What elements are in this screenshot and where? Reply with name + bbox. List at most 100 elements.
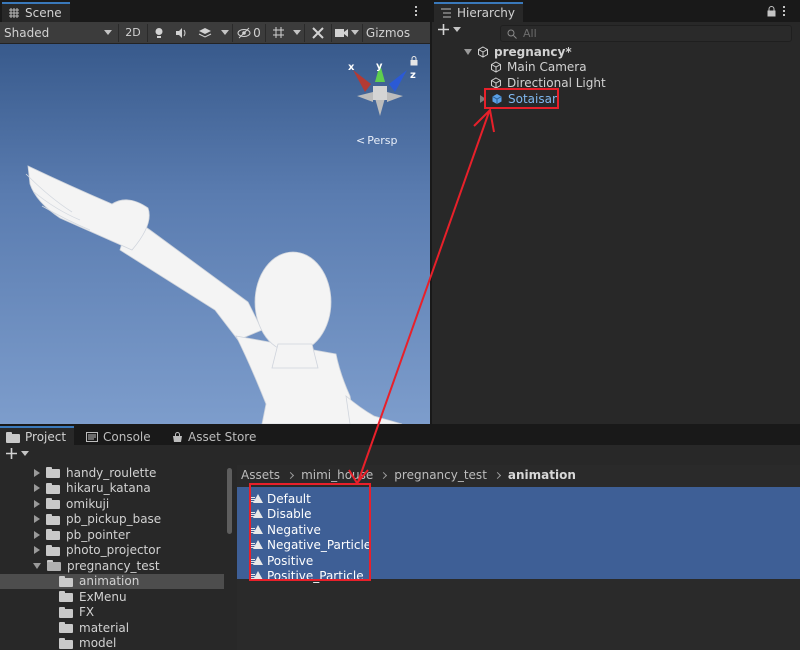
folder-icon [59, 575, 73, 587]
project-create-button[interactable] [6, 448, 29, 459]
tab-hierarchy-label: Hierarchy [457, 6, 516, 20]
chevron-down-icon [453, 27, 461, 32]
folder-label: animation [79, 574, 140, 588]
projection-label: Persp [367, 134, 398, 147]
unity-scene-icon [478, 46, 488, 58]
effects-toggle[interactable] [192, 23, 218, 43]
scene-menu-icon[interactable] [414, 5, 418, 17]
effects-icon [198, 27, 212, 38]
tab-scene-label: Scene [25, 6, 62, 20]
folder-row[interactable]: FX [0, 605, 224, 620]
folder-row[interactable]: material [0, 620, 224, 635]
folder-scrollbar-thumb[interactable] [227, 468, 232, 534]
axis-z-label: z [410, 70, 416, 81]
tab-asset-store[interactable]: Asset Store [166, 426, 264, 446]
project-toolbar [0, 445, 800, 465]
scene-visibility-toggle[interactable]: 0 [233, 23, 265, 43]
folder-row[interactable]: hikaru_katana [0, 481, 224, 496]
expand-arrow-icon [34, 468, 40, 477]
tab-asset-store-label: Asset Store [188, 430, 257, 444]
hierarchy-menu-icon[interactable] [782, 5, 786, 17]
shading-mode-dropdown[interactable]: Shaded [0, 23, 118, 43]
hierarchy-search-input[interactable]: All [500, 25, 792, 42]
gameobject-icon [491, 61, 501, 73]
hierarchy-item-label: Main Camera [507, 60, 587, 74]
lock-icon[interactable] [767, 6, 776, 17]
folder-row[interactable]: photo_projector [0, 543, 224, 558]
audio-toggle[interactable] [170, 23, 192, 43]
lock-icon[interactable] [410, 56, 418, 66]
chevron-right-icon [493, 471, 501, 479]
breadcrumb-item[interactable]: mimi_house [301, 468, 373, 482]
folder-label: model [79, 636, 117, 650]
chevron-down-icon [104, 30, 112, 35]
search-placeholder: All [523, 27, 537, 40]
audio-icon [176, 27, 186, 38]
folder-row-selected[interactable]: animation [0, 573, 224, 589]
folder-icon [46, 544, 60, 556]
tab-scene[interactable]: Scene [2, 2, 70, 22]
list-icon [441, 8, 451, 18]
folder-icon [46, 467, 60, 478]
expand-arrow-icon [34, 484, 40, 492]
project-panel: Project Console Asset Store handy_roulet… [0, 424, 800, 650]
folder-label: ExMenu [79, 589, 127, 604]
folder-label: FX [79, 605, 95, 619]
folder-row[interactable]: handy_roulette [0, 465, 224, 480]
folder-label: material [79, 620, 130, 635]
breadcrumb-item[interactable]: pregnancy_test [394, 468, 487, 482]
project-tabbar: Project Console Asset Store [0, 424, 800, 446]
hierarchy-tabbar: Hierarchy [432, 0, 800, 22]
tab-console-label: Console [103, 430, 151, 444]
tab-project[interactable]: Project [0, 426, 75, 446]
camera-settings-button[interactable] [332, 23, 362, 43]
visibility-icon [237, 27, 251, 38]
grid-icon [9, 8, 19, 18]
store-icon [173, 431, 182, 442]
expand-arrow-icon [34, 546, 40, 554]
folder-label: pregnancy_test [67, 558, 160, 573]
folder-icon [59, 591, 73, 602]
breadcrumb-item[interactable]: Assets [241, 468, 280, 482]
folder-icon [59, 637, 73, 649]
create-button[interactable] [438, 24, 461, 35]
folder-label: omikuji [66, 496, 110, 511]
gizmos-button[interactable]: Gizmos [363, 23, 413, 43]
breadcrumb-current[interactable]: animation [508, 468, 576, 482]
tools-button[interactable] [305, 23, 331, 43]
chevron-down-icon [21, 451, 29, 456]
folder-row[interactable]: model [0, 636, 224, 650]
effects-dropdown[interactable] [218, 23, 232, 43]
hierarchy-item-main-camera[interactable]: Main Camera [490, 59, 587, 75]
scene-viewport[interactable]: x y z < Persp [0, 44, 430, 424]
folder-label: pb_pickup_base [66, 512, 162, 526]
grid-dropdown[interactable] [290, 23, 304, 43]
chevron-down-icon [293, 30, 301, 35]
folder-label: photo_projector [66, 543, 161, 557]
hierarchy-panel: Hierarchy All pregnancy* Main Camera Dir… [432, 0, 800, 424]
chevron-right-icon [287, 471, 295, 479]
toggle-2d-button[interactable]: 2D [119, 23, 147, 43]
folder-icon [46, 498, 60, 509]
scene-root-row[interactable]: pregnancy* [464, 44, 572, 60]
expand-arrow-icon [464, 49, 472, 55]
sotaisan-highlight-box [484, 88, 559, 109]
expand-arrow-icon [34, 530, 40, 539]
scene-tabbar: Scene [0, 0, 430, 22]
folder-row[interactable]: pb_pointer [0, 527, 224, 542]
projection-toggle[interactable]: < Persp [356, 134, 397, 147]
tab-console[interactable]: Console [80, 426, 159, 446]
grid-snap-toggle[interactable] [266, 23, 290, 43]
light-toggle[interactable] [148, 23, 170, 43]
folder-row[interactable]: ExMenu [0, 589, 224, 604]
folder-row[interactable]: omikuji [0, 496, 224, 511]
folder-label: handy_roulette [66, 465, 157, 480]
folder-icon [46, 529, 60, 540]
tab-hierarchy[interactable]: Hierarchy [434, 2, 524, 22]
folder-icon [46, 482, 60, 494]
folder-row[interactable]: pb_pickup_base [0, 512, 224, 527]
folder-row-expanded[interactable]: pregnancy_test [0, 558, 224, 573]
assets-highlight-box [249, 483, 371, 581]
scene-toolbar: Shaded 2D 0 Gizmos [0, 22, 430, 44]
grid-snap-icon [272, 27, 284, 38]
